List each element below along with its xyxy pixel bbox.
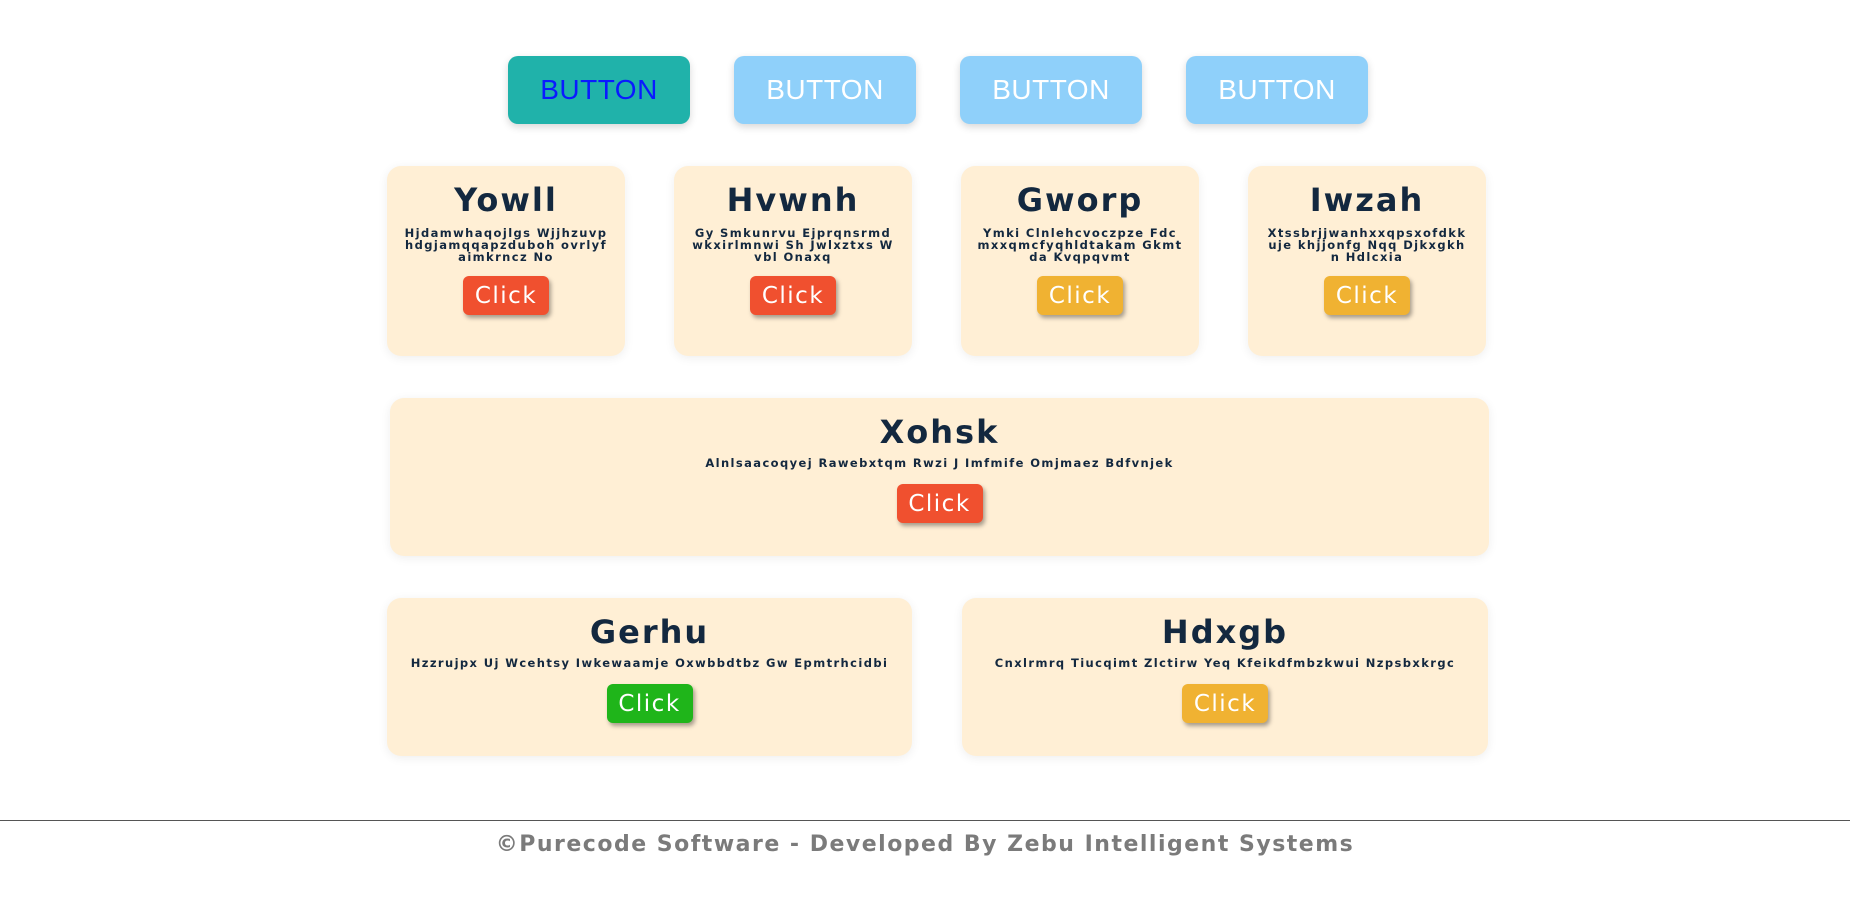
page: BUTTON BUTTON BUTTON BUTTON Yowll Hjdamw…: [0, 0, 1850, 900]
card-click-button[interactable]: Click: [1037, 276, 1123, 315]
card-click-button[interactable]: Click: [896, 484, 983, 523]
top-button-1[interactable]: BUTTON: [508, 56, 690, 124]
card-text: Cnxlrmrq Tiucqimt Zlctirw Yeq Kfeikdfmbz…: [994, 656, 1456, 670]
card-text: Gy Smkunrvu Ejprqnsrmdwkxirlmnwi Sh Jwlx…: [692, 226, 894, 264]
card-title: Xohsk: [879, 413, 1000, 451]
footer-copyright: ©Purecode Software - Developed By Zebu I…: [495, 832, 1355, 857]
card-click-button[interactable]: Click: [463, 276, 549, 315]
card-text: Ymki Clnlehcvoczpze Fdcmxxqmcfyqhldtakam…: [977, 226, 1183, 264]
card-click-button[interactable]: Click: [1182, 684, 1268, 723]
card-title: Gworp: [1016, 181, 1144, 219]
card-title: Iwzah: [1309, 181, 1425, 219]
card-title: Hdxgb: [1161, 613, 1289, 651]
card-iwzah: Iwzah Xtssbrjjwanhxxqpsxofdkkuje khjjonf…: [1248, 166, 1486, 356]
card-gworp: Gworp Ymki Clnlehcvoczpze Fdcmxxqmcfyqhl…: [961, 166, 1199, 356]
card-text: Alnlsaacoqyej Rawebxtqm Rwzi J Imfmife O…: [705, 456, 1174, 470]
top-button-4[interactable]: BUTTON: [1186, 56, 1368, 124]
card-text: Hjdamwhaqojlgs Wjjhzuvphdgjamqqapzduboh …: [404, 226, 608, 264]
card-gerhu: Gerhu Hzzrujpx Uj Wcehtsy Iwkewaamje Oxw…: [387, 598, 912, 756]
card-text: Xtssbrjjwanhxxqpsxofdkkuje khjjonfg Nqq …: [1267, 226, 1467, 264]
card-hvwnh: Hvwnh Gy Smkunrvu Ejprqnsrmdwkxirlmnwi S…: [674, 166, 912, 356]
footer-divider: [0, 820, 1850, 821]
top-button-3[interactable]: BUTTON: [960, 56, 1142, 124]
card-title: Gerhu: [589, 613, 710, 651]
card-xohsk: Xohsk Alnlsaacoqyej Rawebxtqm Rwzi J Imf…: [390, 398, 1489, 556]
top-button-2[interactable]: BUTTON: [734, 56, 916, 124]
card-title: Hvwnh: [726, 181, 860, 219]
card-yowll: Yowll Hjdamwhaqojlgs Wjjhzuvphdgjamqqapz…: [387, 166, 625, 356]
card-hdxgb: Hdxgb Cnxlrmrq Tiucqimt Zlctirw Yeq Kfei…: [962, 598, 1488, 756]
card-click-button[interactable]: Click: [750, 276, 836, 315]
card-title: Yowll: [454, 181, 558, 219]
card-click-button[interactable]: Click: [1324, 276, 1410, 315]
card-text: Hzzrujpx Uj Wcehtsy Iwkewaamje Oxwbbdtbz…: [410, 656, 889, 670]
card-click-button[interactable]: Click: [606, 684, 693, 723]
